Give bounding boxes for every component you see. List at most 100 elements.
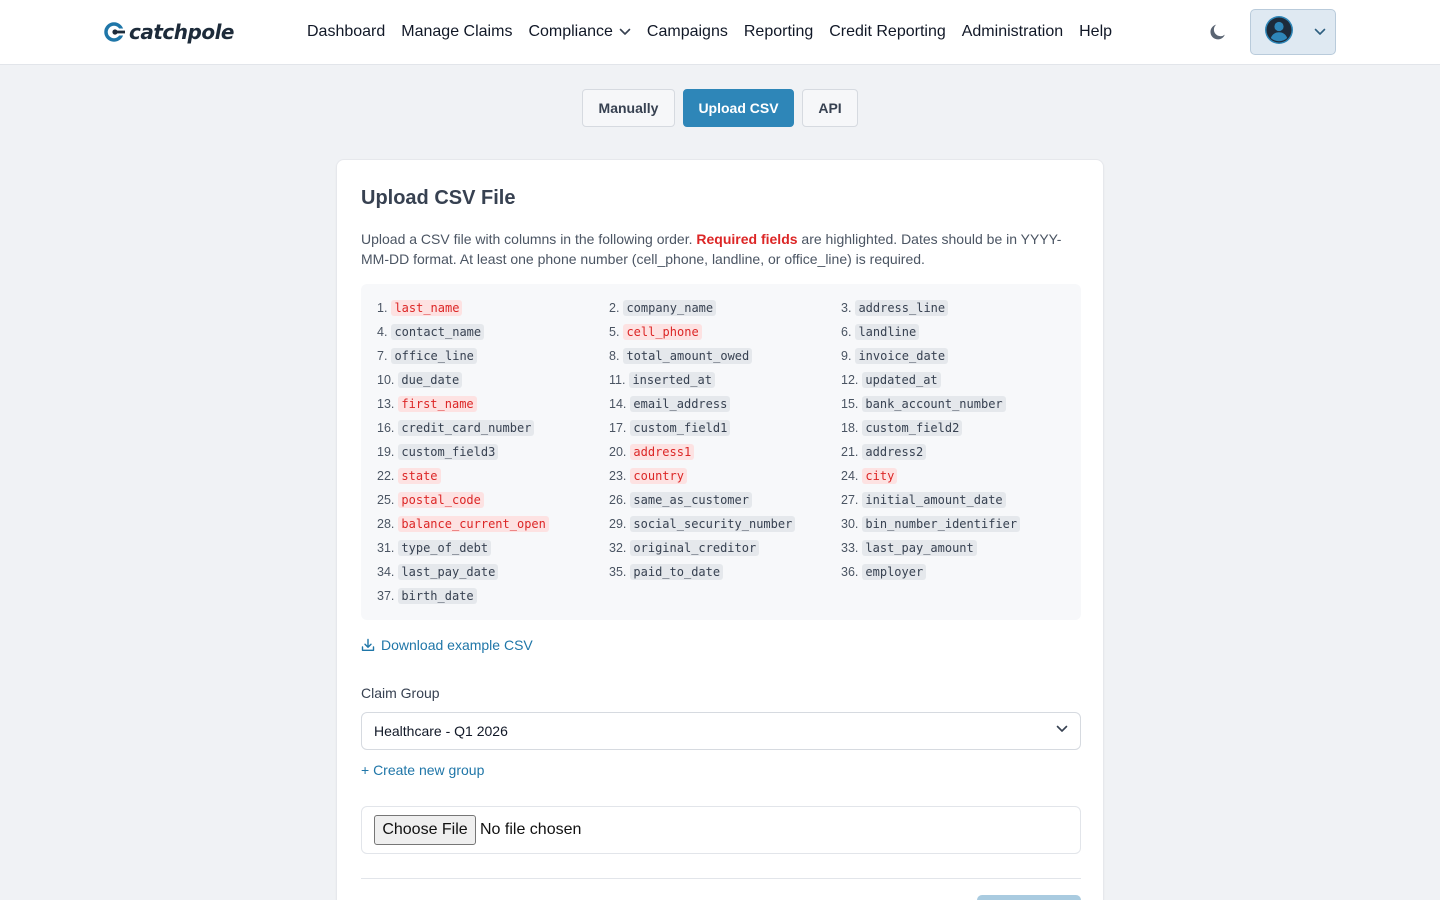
csv-column-item: 7. office_line [377,348,477,364]
moon-icon [1207,24,1229,47]
column-name: office_line [391,348,477,364]
download-label: Download example CSV [381,637,533,653]
nav-campaigns[interactable]: Campaigns [647,21,728,43]
column-number: 6. [841,325,852,339]
csv-column-item: 12. updated_at [841,372,941,388]
column-name: landline [855,324,920,340]
csv-column-item: 15. bank_account_number [841,396,1006,412]
user-avatar-icon [1264,15,1294,50]
upload-submit-button[interactable] [977,895,1081,900]
column-name: same_as_customer [630,492,752,508]
column-name: custom_field1 [630,420,731,436]
required-column-name: postal_code [398,492,484,508]
column-name: due_date [398,372,463,388]
csv-column-item: 29. social_security_number [609,516,796,532]
column-number: 9. [841,349,852,363]
column-number: 10. [377,373,395,387]
catchpole-logo[interactable]: catchpole [104,19,234,45]
column-number: 4. [377,325,388,339]
column-number: 21. [841,445,859,459]
column-number: 36. [841,565,859,579]
column-name: type_of_debt [398,540,492,556]
chevron-down-icon [619,28,631,36]
column-number: 16. [377,421,395,435]
claim-group-select[interactable]: Healthcare - Q1 2026 [361,712,1081,750]
column-number: 18. [841,421,859,435]
csv-column-item: 3. address_line [841,300,949,316]
column-number: 7. [377,349,388,363]
user-menu-button[interactable] [1250,9,1336,55]
download-example-csv-link[interactable]: Download example CSV [361,637,533,653]
nav-manage-claims[interactable]: Manage Claims [401,21,512,43]
divider [361,878,1081,879]
column-name: bin_number_identifier [862,516,1021,532]
required-column-name: country [630,468,687,484]
csv-column-item: 21. address2 [841,444,927,460]
csv-column-item: 33. last_pay_amount [841,540,977,556]
csv-column-item: 2. company_name [609,300,717,316]
main-nav: Dashboard Manage Claims Compliance Campa… [307,21,1128,43]
logo-text: catchpole [129,20,234,44]
column-number: 37. [377,589,395,603]
csv-column-item: 8. total_amount_owed [609,348,753,364]
column-number: 2. [609,301,620,315]
column-number: 8. [609,349,620,363]
column-number: 15. [841,397,859,411]
nav-label: Credit Reporting [829,23,946,40]
column-name: total_amount_owed [623,348,753,364]
csv-column-item: 19. custom_field3 [377,444,499,460]
required-column-name: address1 [630,444,695,460]
column-number: 11. [609,373,626,387]
csv-column-item: 18. custom_field2 [841,420,963,436]
nav-reporting[interactable]: Reporting [744,21,813,43]
column-number: 27. [841,493,859,507]
column-name: invoice_date [855,348,949,364]
csv-column-item: 11. inserted_at [609,372,715,388]
column-name: credit_card_number [398,420,535,436]
claim-group-label: Claim Group [361,685,440,701]
csv-column-item: 26. same_as_customer [609,492,752,508]
csv-column-item: 27. initial_amount_date [841,492,1006,508]
column-name: initial_amount_date [862,492,1006,508]
tab-manually[interactable]: Manually [582,89,675,127]
csv-column-item: 9. invoice_date [841,348,949,364]
csv-column-item: 22. state [377,468,441,484]
column-number: 12. [841,373,859,387]
csv-column-item: 24. city [841,468,898,484]
column-name: custom_field3 [398,444,499,460]
csv-column-item: 4. contact_name [377,324,485,340]
column-number: 24. [841,469,859,483]
nav-administration[interactable]: Administration [962,21,1063,43]
csv-column-item: 5. cell_phone [609,324,702,340]
nav-help[interactable]: Help [1079,21,1112,43]
column-name: company_name [623,300,717,316]
column-number: 31. [377,541,395,555]
tab-api[interactable]: API [802,89,858,127]
column-number: 26. [609,493,627,507]
choose-file-button[interactable]: Choose File [374,815,476,845]
upload-csv-card: Upload CSV File Upload a CSV file with c… [336,159,1104,900]
column-number: 13. [377,397,395,411]
top-navbar: catchpole Dashboard Manage Claims Compli… [0,0,1440,65]
file-status: No file chosen [480,821,582,838]
column-number: 20. [609,445,627,459]
tab-upload-csv[interactable]: Upload CSV [683,89,794,127]
nav-compliance[interactable]: Compliance [528,21,631,43]
required-column-name: state [398,468,441,484]
nav-credit-reporting[interactable]: Credit Reporting [829,21,946,43]
column-name: address2 [862,444,927,460]
column-name: original_creditor [630,540,760,556]
nav-dashboard[interactable]: Dashboard [307,21,385,43]
column-number: 3. [841,301,852,315]
csv-column-item: 1. last_name [377,300,463,316]
column-number: 28. [377,517,395,531]
column-number: 5. [609,325,620,339]
create-new-group-link[interactable]: + Create new group [361,762,484,778]
csv-column-item: 28. balance_current_open [377,516,549,532]
csv-column-item: 23. country [609,468,687,484]
nav-label: Reporting [743,23,814,40]
csv-column-item: 35. paid_to_date [609,564,724,580]
column-number: 25. [377,493,395,507]
theme-toggle-button[interactable] [1207,21,1229,43]
column-name: social_security_number [630,516,796,532]
